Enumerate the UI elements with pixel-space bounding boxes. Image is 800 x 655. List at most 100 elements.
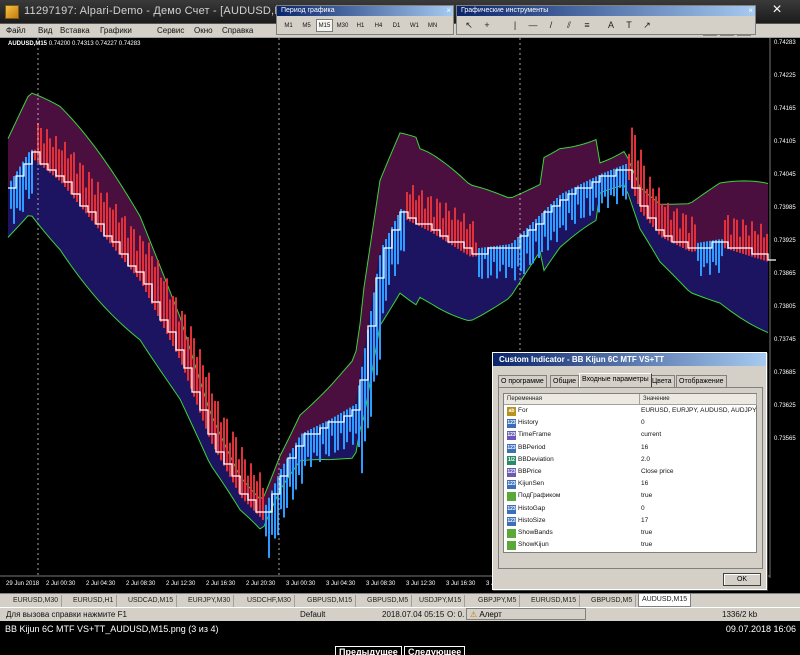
tab-gbpusd-m15[interactable]: GBPUSD,M15 bbox=[304, 595, 357, 607]
param-row[interactable]: 123 History 0 bbox=[504, 418, 756, 430]
tab-eurusd-m15[interactable]: EURUSD,M15 bbox=[528, 595, 581, 607]
tab-eurusd-m30[interactable]: EURUSD,M30 bbox=[10, 595, 63, 607]
period-m5-button[interactable]: M5 bbox=[298, 19, 315, 32]
cursor-icon[interactable]: ↖ bbox=[463, 19, 475, 31]
close-icon[interactable]: × bbox=[446, 6, 451, 16]
alert-window-tab[interactable]: ⚠ Алерт bbox=[466, 608, 586, 620]
param-row[interactable]: 123 BBPeriod 16 bbox=[504, 443, 756, 455]
param-value[interactable]: 0 bbox=[641, 505, 645, 512]
tab-usdchf-m30[interactable]: USDCHF,M30 bbox=[244, 595, 295, 607]
close-icon[interactable]: × bbox=[766, 0, 788, 22]
param-row[interactable]: 123 BBPrice Close price bbox=[504, 467, 756, 479]
tab-audusd-m15[interactable]: AUDUSD,M15 bbox=[638, 594, 692, 607]
horizontal-line-icon[interactable]: — bbox=[527, 19, 539, 31]
menu-item-file[interactable]: Файл bbox=[6, 26, 26, 35]
param-row[interactable]: 123 HistoGap 0 bbox=[504, 504, 756, 516]
down-histogram-bar bbox=[652, 188, 654, 227]
period-m30-button[interactable]: M30 bbox=[334, 19, 351, 32]
down-histogram-bar bbox=[649, 176, 651, 224]
down-histogram-bar bbox=[145, 254, 147, 292]
param-value[interactable]: current bbox=[641, 431, 661, 438]
param-value[interactable]: true bbox=[641, 492, 652, 499]
param-row[interactable]: 1/2 BBDeviation 2.0 bbox=[504, 455, 756, 467]
up-histogram-bar bbox=[370, 311, 372, 417]
param-row[interactable]: ab For EURUSD, EURJPY, AUDUSD, AUDJPY bbox=[504, 406, 756, 418]
vertical-line-icon[interactable]: | bbox=[509, 19, 521, 31]
period-h1-button[interactable]: H1 bbox=[352, 19, 369, 32]
tab-colors[interactable]: Цвета bbox=[649, 375, 675, 387]
close-icon[interactable]: × bbox=[748, 6, 753, 16]
param-row[interactable]: 123 TimeFrame current bbox=[504, 430, 756, 442]
previous-button[interactable]: Предыдущее bbox=[335, 646, 402, 655]
menu-item-window[interactable]: Окно bbox=[194, 26, 213, 35]
menu-item-tools[interactable]: Сервис bbox=[157, 26, 184, 35]
profile-name[interactable]: Default bbox=[300, 610, 325, 619]
down-histogram-bar bbox=[433, 216, 435, 234]
param-value[interactable]: EURUSD, EURJPY, AUDUSD, AUDJPY bbox=[641, 407, 756, 414]
price-tick: 0.73985 bbox=[774, 205, 796, 211]
channel-icon[interactable]: ⫽ bbox=[563, 19, 575, 31]
down-histogram-bar bbox=[91, 178, 93, 221]
enum-type-icon: 123 bbox=[507, 468, 516, 477]
tab-gbpjpy-m5[interactable]: GBPJPY,M5 bbox=[475, 595, 521, 607]
menu-item-view[interactable]: Вид bbox=[38, 26, 52, 35]
int-type-icon: 123 bbox=[507, 419, 516, 429]
fibonacci-icon[interactable]: ≡ bbox=[581, 19, 593, 31]
down-histogram-bar bbox=[193, 338, 195, 397]
time-tick: 2 Jul 08:30 bbox=[126, 581, 156, 587]
menu-item-help[interactable]: Справка bbox=[222, 26, 253, 35]
param-value[interactable]: true bbox=[641, 529, 652, 536]
down-histogram-bar bbox=[253, 474, 255, 511]
tab-inputs[interactable]: Входные параметры bbox=[579, 373, 652, 387]
param-value[interactable]: 0 bbox=[641, 419, 645, 426]
time-tick: 2 Jul 20:30 bbox=[246, 581, 276, 587]
down-histogram-bar bbox=[115, 203, 117, 251]
period-m1-button[interactable]: M1 bbox=[280, 19, 297, 32]
arrow-icon[interactable]: ↗ bbox=[641, 19, 653, 31]
period-d1-button[interactable]: D1 bbox=[388, 19, 405, 32]
param-value[interactable]: 16 bbox=[641, 444, 648, 451]
up-histogram-bar bbox=[610, 170, 612, 196]
param-name: HistoSize bbox=[518, 516, 546, 524]
param-row[interactable]: 123 HistoSize 17 bbox=[504, 516, 756, 528]
dbl-type-icon: 1/2 bbox=[507, 455, 516, 465]
menu-item-charts[interactable]: Графики bbox=[100, 26, 132, 35]
up-histogram-bar bbox=[268, 497, 270, 558]
tab-about[interactable]: О программе bbox=[498, 375, 547, 387]
tab-eurjpy-m30[interactable]: EURJPY,M30 bbox=[185, 595, 235, 607]
tab-common[interactable]: Общие bbox=[550, 375, 580, 387]
down-histogram-bar bbox=[724, 219, 726, 249]
tab-usdjpy-m15[interactable]: USDJPY,M15 bbox=[416, 595, 466, 607]
tab-gbpusd-m5[interactable]: GBPUSD,M5 bbox=[364, 595, 413, 607]
param-value[interactable]: 2.0 bbox=[641, 456, 650, 463]
param-value[interactable]: 17 bbox=[641, 517, 648, 524]
ok-button[interactable]: OK bbox=[723, 573, 761, 586]
trendline-icon[interactable]: / bbox=[545, 19, 557, 31]
period-mn-button[interactable]: MN bbox=[424, 19, 441, 32]
next-button[interactable]: Следующее bbox=[404, 646, 466, 655]
param-row[interactable]: 123 KijunSen 16 bbox=[504, 479, 756, 491]
menu-item-insert[interactable]: Вставка bbox=[60, 26, 90, 35]
label-icon[interactable]: T bbox=[623, 19, 635, 31]
period-m15-button[interactable]: M15 bbox=[316, 19, 333, 32]
down-histogram-bar bbox=[421, 190, 423, 228]
param-value[interactable]: 16 bbox=[641, 480, 648, 487]
param-value[interactable]: true bbox=[641, 541, 652, 548]
param-row[interactable]: ПодГрафиком true bbox=[504, 491, 756, 503]
up-histogram-bar bbox=[379, 255, 381, 360]
param-row[interactable]: ShowBands true bbox=[504, 528, 756, 540]
enum-type-icon: 123 bbox=[507, 431, 516, 441]
tab-eurusd-h1[interactable]: EURUSD,H1 bbox=[70, 595, 118, 607]
text-icon[interactable]: A bbox=[605, 19, 617, 31]
tab-gbpusd-m5[interactable]: GBPUSD,M5 bbox=[588, 595, 637, 607]
custom-indicator-dialog: Custom Indicator - BB Kijun 6C MTF VS+TT… bbox=[492, 352, 767, 590]
down-histogram-bar bbox=[736, 219, 738, 252]
period-w1-button[interactable]: W1 bbox=[406, 19, 423, 32]
period-h4-button[interactable]: H4 bbox=[370, 19, 387, 32]
param-row[interactable]: ShowKijun true bbox=[504, 540, 756, 552]
crosshair-icon[interactable]: + bbox=[481, 19, 493, 31]
param-value[interactable]: Close price bbox=[641, 468, 674, 475]
tab-usdcad-m15[interactable]: USDCAD,M15 bbox=[125, 595, 178, 607]
down-histogram-bar bbox=[169, 299, 171, 340]
tab-visualization[interactable]: Отображение bbox=[676, 375, 727, 387]
